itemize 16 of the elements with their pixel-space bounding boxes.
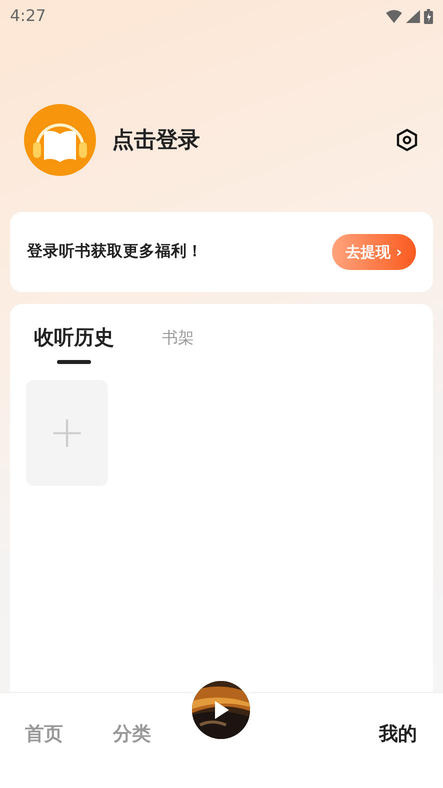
play-icon	[214, 700, 230, 720]
nav-tab[interactable]: 我的	[354, 719, 442, 749]
status-time: 4:27	[10, 5, 46, 27]
withdraw-button[interactable]: 去提现 ›	[332, 234, 416, 270]
signal-icon	[406, 10, 420, 22]
nav-tab[interactable]: 首页	[0, 719, 88, 749]
wifi-icon	[386, 10, 402, 22]
tab-underline	[57, 360, 91, 364]
settings-icon[interactable]	[395, 128, 419, 152]
promo-text: 登录听书获取更多福利！	[27, 241, 203, 262]
library-tab[interactable]: 书架	[162, 326, 194, 350]
nav-tab[interactable]: 分类	[88, 719, 176, 749]
library-tab[interactable]: 收听历史	[34, 322, 114, 352]
add-book-tile[interactable]: +	[26, 380, 108, 486]
login-link[interactable]: 点击登录	[112, 124, 379, 156]
battery-icon	[424, 8, 433, 24]
